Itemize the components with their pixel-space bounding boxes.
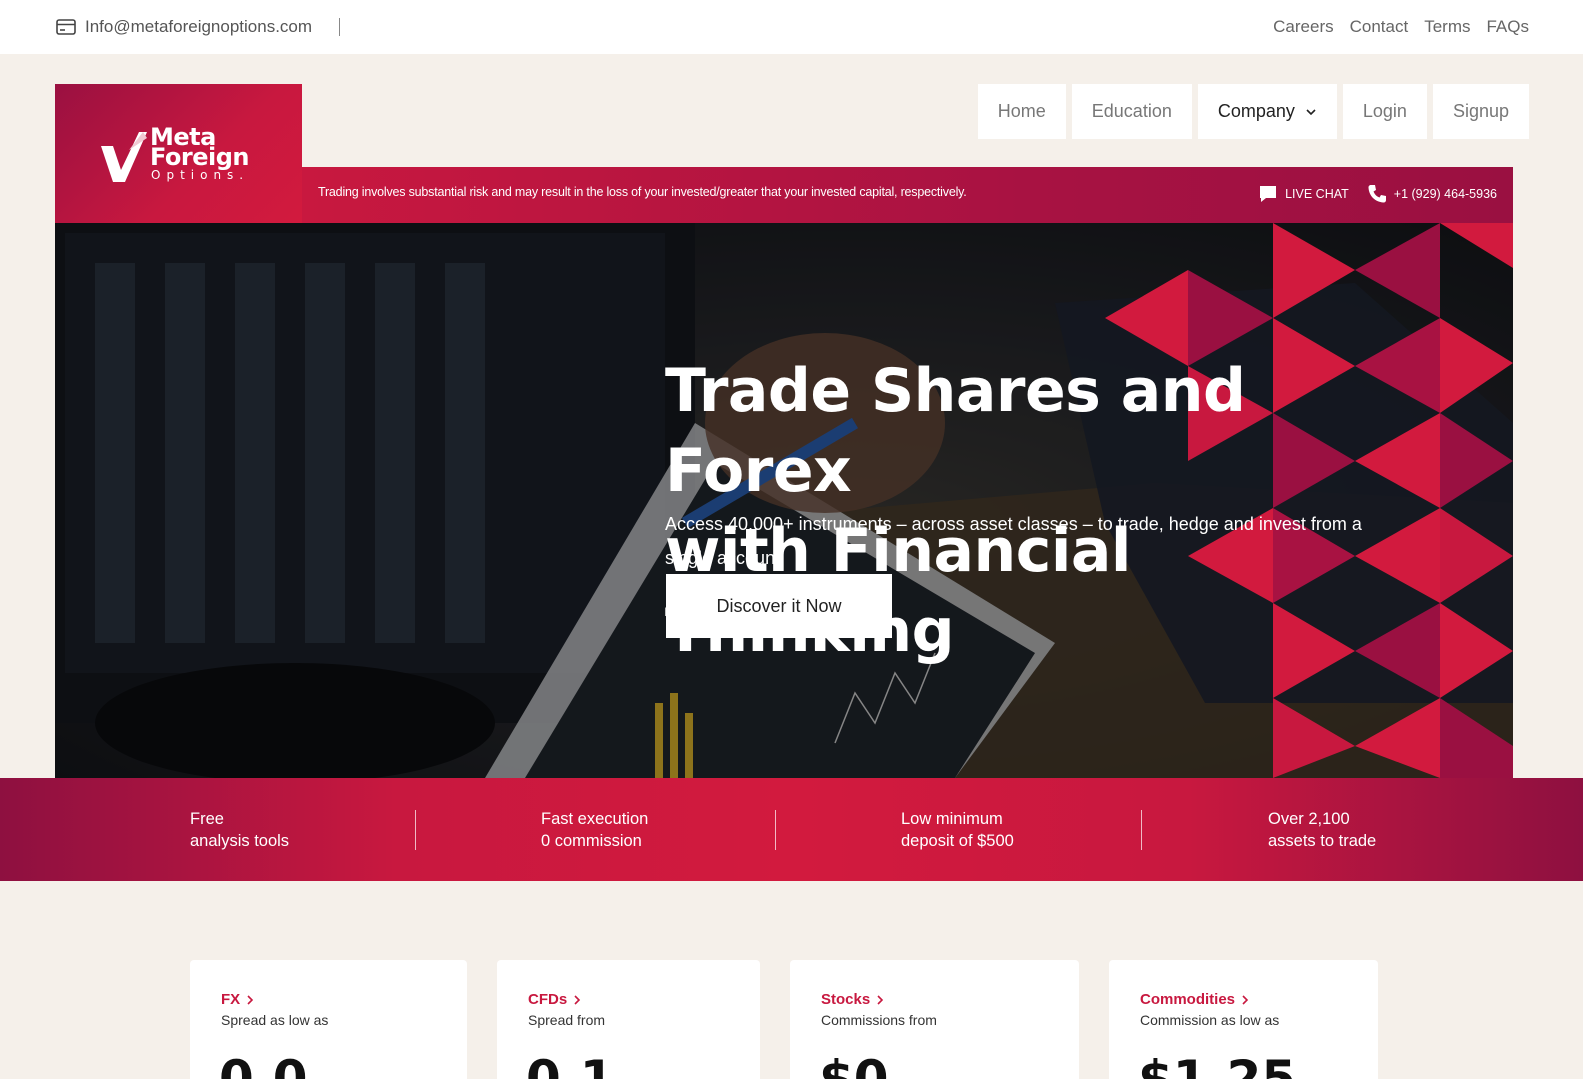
feature-line1: Over 2,100 [1268, 810, 1350, 828]
topbar-divider [339, 18, 340, 36]
product-card-cfds[interactable]: CFDs Spread from 0.1 [497, 960, 760, 1079]
feature-item: Over 2,100 assets to trade [1268, 808, 1376, 852]
hero-subtitle: Access 40,000+ instruments – across asse… [665, 514, 1362, 568]
topbar-link-careers[interactable]: Careers [1273, 17, 1333, 37]
feature-divider [775, 810, 776, 850]
topbar-email-text[interactable]: Info@metaforeignoptions.com [85, 17, 312, 37]
chevron-right-icon [247, 994, 254, 1005]
nav-company-label: Company [1217, 101, 1295, 121]
card-title-text: Stocks [821, 991, 871, 1008]
card-value: 0.0 [219, 1050, 308, 1079]
feature-line1: Free [190, 810, 224, 828]
card-value: 0.1 [526, 1050, 615, 1079]
card-title[interactable]: FX [221, 991, 254, 1008]
topbar-link-contact[interactable]: Contact [1350, 17, 1409, 37]
risk-warning-bar: Trading involves substantial risk and ma… [302, 167, 1513, 223]
credit-card-icon [56, 19, 76, 35]
product-card-stocks[interactable]: Stocks Commissions from $0 [790, 960, 1079, 1079]
feature-line2: assets to trade [1268, 832, 1377, 850]
main-nav: Home Education Company Login Signup [977, 84, 1529, 139]
card-value: $1.25 [1138, 1050, 1297, 1079]
feature-item: Low minimum deposit of $500 [901, 808, 1014, 852]
chevron-down-icon [1306, 108, 1316, 115]
card-title[interactable]: CFDs [528, 991, 581, 1008]
chevron-right-icon [877, 994, 884, 1005]
feature-item: Free analysis tools [190, 808, 289, 852]
chevron-right-icon [1242, 994, 1249, 1005]
card-title-text: CFDs [528, 991, 568, 1008]
product-card-fx[interactable]: FX Spread as low as 0.0 [190, 960, 467, 1079]
phone-link[interactable]: +1 (929) 464-5936 [1367, 184, 1497, 204]
phone-number: +1 (929) 464-5936 [1393, 187, 1497, 201]
feature-line1: Fast execution [541, 810, 649, 828]
risk-warning-text: Trading involves substantial risk and ma… [318, 185, 967, 199]
feature-divider [415, 810, 416, 850]
nav-signup[interactable]: Signup [1432, 84, 1529, 139]
nav-login[interactable]: Login [1342, 84, 1427, 139]
nav-company[interactable]: Company [1197, 84, 1337, 139]
card-subtitle: Spread as low as [221, 1012, 329, 1028]
feature-line2: 0 commission [541, 832, 642, 850]
features-band: Free analysis tools Fast execution 0 com… [0, 778, 1583, 881]
feature-line2: analysis tools [190, 832, 290, 850]
card-title-text: Commodities [1140, 991, 1236, 1008]
topbar-link-faqs[interactable]: FAQs [1486, 17, 1529, 37]
topbar-links: Careers Contact Terms FAQs [1273, 16, 1529, 38]
top-bar: Info@metaforeignoptions.com Careers Cont… [0, 0, 1583, 54]
contact-strip: LIVE CHAT +1 (929) 464-5936 [1258, 184, 1497, 204]
topbar-link-terms[interactable]: Terms [1424, 17, 1470, 37]
live-chat-label: LIVE CHAT [1285, 187, 1349, 201]
checkmark-logo-icon [101, 132, 147, 182]
phone-icon [1368, 185, 1386, 203]
logo[interactable]: Meta Foreign Options. [55, 84, 302, 223]
card-title[interactable]: Stocks [821, 991, 884, 1008]
hero-banner: Trade Shares and Forex with Financial Th… [55, 223, 1513, 778]
nav-home[interactable]: Home [977, 84, 1066, 139]
card-value: $0 [819, 1050, 889, 1079]
logo-text-line3: Options. [151, 168, 250, 182]
product-card-commodities[interactable]: Commodities Commission as low as $1.25 [1109, 960, 1378, 1079]
discover-button[interactable]: Discover it Now [666, 574, 892, 638]
feature-line1: Low minimum [901, 810, 1003, 828]
live-chat-link[interactable]: LIVE CHAT [1258, 184, 1349, 204]
feature-divider [1141, 810, 1142, 850]
chevron-right-icon [574, 994, 581, 1005]
chat-bubble-icon [1260, 186, 1277, 202]
card-title[interactable]: Commodities [1140, 991, 1249, 1008]
card-subtitle: Spread from [528, 1012, 606, 1028]
feature-line2: deposit of $500 [901, 832, 1014, 850]
card-subtitle: Commissions from [821, 1012, 937, 1028]
feature-item: Fast execution 0 commission [541, 808, 648, 852]
nav-education[interactable]: Education [1071, 84, 1192, 139]
hero-title-line1: Trade Shares and Forex [665, 356, 1246, 506]
topbar-email[interactable]: Info@metaforeignoptions.com [56, 16, 312, 38]
card-title-text: FX [221, 991, 241, 1008]
card-subtitle: Commission as low as [1140, 1012, 1280, 1028]
logo-text-line2: Foreign [150, 143, 250, 171]
